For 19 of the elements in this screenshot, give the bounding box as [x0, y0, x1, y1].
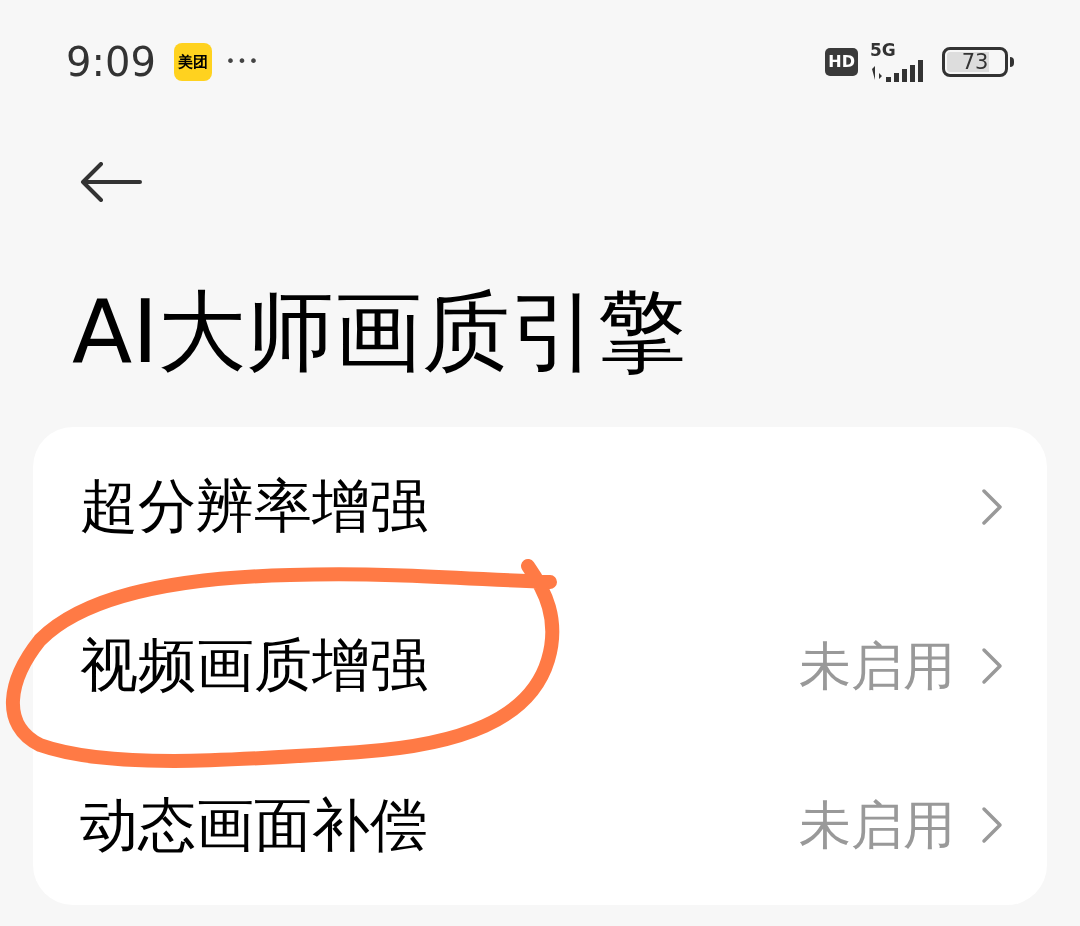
- back-arrow-icon[interactable]: [80, 162, 142, 202]
- page-title: AI大师画质引擎: [72, 288, 687, 376]
- more-notifications: •••: [225, 51, 261, 73]
- settings-row[interactable]: 视频画质增强 未启用: [33, 586, 1047, 746]
- settings-row[interactable]: 超分辨率增强: [33, 427, 1047, 587]
- row-value: 未启用: [799, 794, 955, 858]
- status-time: 9:09: [66, 38, 156, 87]
- battery-level: 73: [961, 51, 989, 73]
- row-value: 未启用: [799, 635, 955, 698]
- chevron-icon: [981, 806, 1003, 845]
- chevron-icon: [981, 647, 1003, 685]
- network-type: 5G: [870, 41, 896, 59]
- hd-badge: HD: [825, 48, 858, 76]
- chevron-icon: [981, 487, 1003, 526]
- row-label: 超分辨率增强: [80, 471, 429, 543]
- settings-row[interactable]: 动态画面补偿 未启用: [33, 745, 1047, 905]
- app-icon: 美团: [173, 43, 212, 81]
- row-label: 视频画质增强: [80, 630, 429, 702]
- row-label: 动态画面补偿: [80, 789, 429, 861]
